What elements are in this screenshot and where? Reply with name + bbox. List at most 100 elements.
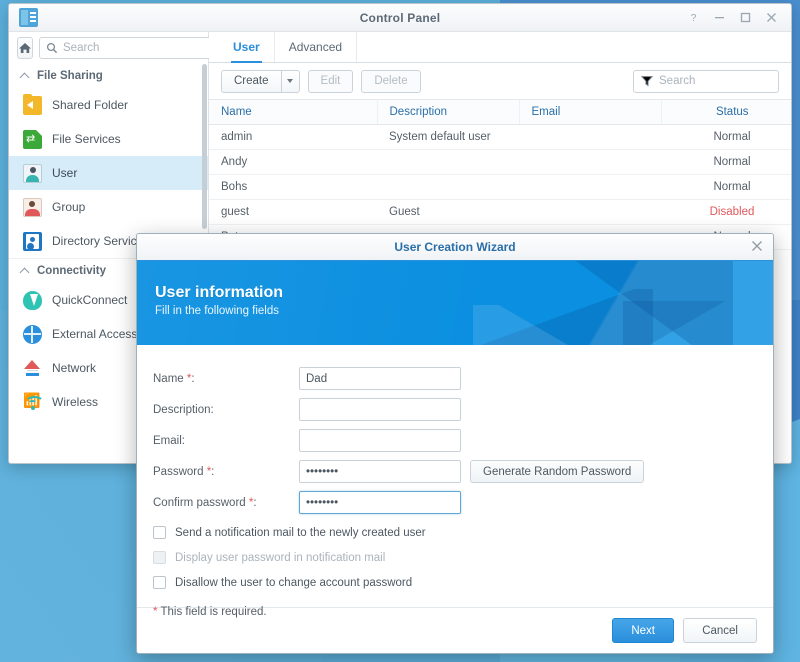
column-header-description[interactable]: Description [377, 99, 520, 125]
name-field[interactable] [299, 367, 461, 390]
column-header-email[interactable]: Email [519, 99, 662, 125]
description-field[interactable] [299, 398, 461, 421]
user-filter-input[interactable] [659, 75, 771, 87]
checkbox-display-password-in-mail: Display user password in notification ma… [137, 551, 773, 564]
tab-label: Advanced [288, 40, 343, 54]
sidebar-search-row [9, 32, 224, 64]
dialog-body: Name *: Description: Email: Password *: … [137, 345, 773, 618]
checkbox-label: Send a notification mail to the newly cr… [175, 526, 426, 539]
table-row[interactable]: Andy Normal [209, 149, 791, 175]
required-marker: * [183, 372, 192, 385]
cell-description [377, 174, 519, 200]
sidebar-item-label: User [52, 166, 78, 180]
table-header-row: Name Description Email Status [209, 99, 791, 125]
sidebar-group-file-sharing[interactable]: File Sharing [9, 64, 208, 88]
toolbar: Create Edit Delete [209, 63, 791, 99]
user-creation-wizard-dialog: User Creation Wizard User information Fi… [136, 233, 774, 654]
dialog-title: User Creation Wizard [394, 240, 516, 254]
cell-status: Normal [661, 124, 791, 150]
sidebar-item-file-services[interactable]: File Services [9, 122, 208, 156]
checkbox-send-notification-mail[interactable]: Send a notification mail to the newly cr… [137, 526, 773, 539]
tab-user[interactable]: User [219, 32, 275, 63]
next-button[interactable]: Next [612, 618, 675, 643]
form-row-password: Password *: Generate Random Password [137, 460, 773, 483]
form-row-description: Description: [137, 398, 773, 421]
help-button[interactable]: ? [681, 8, 705, 28]
email-label: Email: [153, 434, 185, 447]
cell-email [519, 174, 661, 200]
required-marker: * [245, 496, 254, 509]
sidebar-item-user[interactable]: User [9, 156, 208, 190]
cell-email [519, 124, 661, 150]
column-header-name[interactable]: Name [209, 99, 378, 125]
cancel-button-label: Cancel [702, 624, 738, 637]
cell-description: System default user [377, 124, 519, 150]
name-label-text: Name [153, 372, 184, 385]
chevron-up-icon [21, 72, 30, 81]
shared-folder-icon [23, 93, 42, 115]
cell-name: admin [209, 124, 377, 150]
table-row[interactable]: Bohs Normal [209, 174, 791, 200]
password-label: Password *: [153, 465, 215, 478]
quickconnect-icon [23, 290, 42, 310]
tab-label: User [233, 40, 260, 54]
create-dropdown-button[interactable] [280, 69, 300, 93]
confirm-password-field[interactable] [299, 491, 461, 514]
user-filter-box[interactable] [633, 69, 779, 93]
sidebar-item-label: Directory Service [52, 234, 144, 248]
checkbox-box[interactable] [153, 576, 166, 589]
close-icon[interactable] [751, 240, 763, 254]
table-row[interactable]: admin System default user Normal [209, 124, 791, 150]
required-note-text: This field is required. [160, 606, 267, 618]
form-row-name: Name *: [137, 367, 773, 390]
email-label-text: Email [153, 434, 182, 447]
banner-subheading: Fill in the following fields [155, 305, 280, 317]
checkbox-label: Disallow the user to change account pass… [175, 576, 413, 589]
cell-name: Bohs [209, 174, 377, 200]
form-row-email: Email: [137, 429, 773, 452]
banner-heading: User information [155, 284, 284, 301]
confirm-password-label: Confirm password *: [153, 496, 257, 509]
required-field-note: * This field is required. [137, 606, 773, 618]
checkbox-box [153, 551, 166, 564]
minimize-button[interactable] [707, 8, 731, 28]
cell-status: Normal [661, 174, 791, 200]
search-icon [46, 42, 58, 54]
delete-button[interactable]: Delete [361, 69, 421, 93]
maximize-button[interactable] [733, 8, 757, 28]
checkbox-disallow-password-change[interactable]: Disallow the user to change account pass… [137, 576, 773, 589]
create-button-label: Create [234, 75, 269, 87]
sidebar-item-label: Network [52, 361, 97, 375]
home-button[interactable] [17, 37, 33, 59]
directory-service-icon [23, 231, 42, 251]
sidebar-item-group[interactable]: Group [9, 190, 208, 224]
tab-advanced[interactable]: Advanced [275, 32, 358, 62]
window-titlebar: Control Panel ? [9, 4, 791, 32]
email-field[interactable] [299, 429, 461, 452]
sidebar-scrollbar[interactable] [202, 64, 207, 229]
cancel-button[interactable]: Cancel [683, 618, 757, 643]
dialog-titlebar: User Creation Wizard [137, 234, 773, 261]
generate-random-password-button[interactable]: Generate Random Password [470, 460, 645, 483]
user-icon [23, 163, 42, 183]
sidebar-item-label: Group [52, 200, 86, 214]
sidebar-search-box[interactable] [39, 37, 224, 59]
sidebar-search-input[interactable] [63, 42, 217, 54]
edit-button[interactable]: Edit [307, 69, 354, 93]
tab-bar: User Advanced [209, 32, 791, 63]
close-button[interactable] [759, 8, 783, 28]
svg-text:?: ? [690, 13, 696, 23]
password-field[interactable] [299, 460, 461, 483]
checkbox-box[interactable] [153, 526, 166, 539]
sidebar-item-label: File Services [52, 132, 121, 146]
column-header-status[interactable]: Status [661, 99, 791, 125]
table-row[interactable]: guest Guest Disabled [209, 199, 791, 225]
next-button-label: Next [631, 624, 656, 637]
name-label: Name *: [153, 372, 195, 385]
cell-email [519, 149, 661, 175]
create-button[interactable]: Create [221, 69, 281, 93]
sidebar-item-label: QuickConnect [52, 293, 128, 307]
banner-text: User information Fill in the following f… [137, 261, 773, 317]
sidebar-item-shared-folder[interactable]: Shared Folder [9, 88, 208, 122]
generate-password-label: Generate Random Password [483, 465, 632, 478]
